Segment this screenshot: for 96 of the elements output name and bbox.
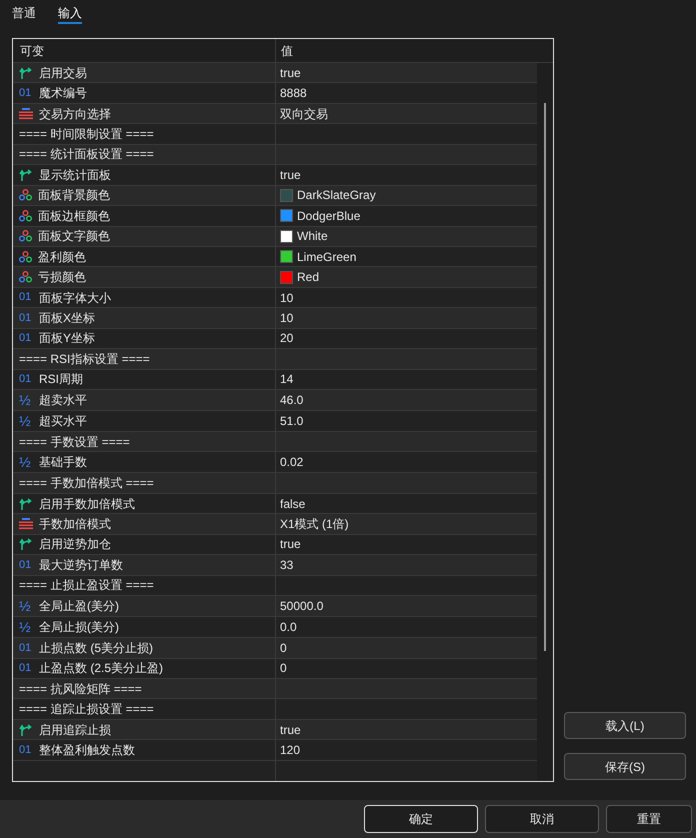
parameter-value[interactable]: 50000.0 (280, 597, 324, 616)
type-icon: 01 (19, 371, 33, 388)
parameter-name: 魔术编号 (39, 85, 87, 102)
branch-arrow-icon (19, 722, 33, 737)
parameter-value[interactable]: 双向交易 (280, 104, 328, 123)
parameter-value[interactable]: 51.0 (280, 412, 304, 430)
type-icon: 01 (19, 84, 33, 102)
parameter-name: 启用逆势加仓 (39, 536, 111, 554)
parameter-name: 全局止盈(美分) (39, 598, 119, 616)
type-icon: 01 (19, 742, 33, 758)
section-header: ==== 止损止盈设置 ==== (19, 577, 154, 594)
parameter-value[interactable]: LimeGreen (297, 248, 356, 266)
branch-arrow-icon (19, 66, 33, 80)
color-circles-icon (19, 230, 32, 242)
column-header[interactable]: 可变 (13, 39, 276, 62)
parameter-name: 启用交易 (39, 64, 87, 82)
color-circles-icon (19, 189, 32, 202)
parameter-value[interactable]: White (297, 227, 328, 246)
parameter-value[interactable]: Red (297, 268, 320, 286)
tab[interactable]: 输入 (58, 3, 82, 24)
parameter-value[interactable]: true (280, 720, 301, 739)
parameter-name: 启用追踪止损 (39, 722, 111, 739)
parameter-name: 面板X坐标 (39, 310, 96, 327)
parameter-name: 面板Y坐标 (39, 330, 96, 348)
dialog-button[interactable]: 取消 (485, 805, 599, 833)
type-icon: 01 (19, 660, 33, 676)
parameter-value[interactable]: 0.0 (280, 618, 297, 636)
type-icon: ½ (19, 452, 33, 473)
section-header: ==== 手数加倍模式 ==== (19, 475, 154, 492)
parameter-name: 止损点数 (5美分止损) (39, 640, 153, 657)
parameter-value[interactable]: true (280, 166, 301, 184)
parameter-value[interactable]: 10 (280, 308, 294, 327)
parameter-name: 交易方向选择 (39, 106, 111, 123)
section-header: ==== RSI指标设置 ==== (19, 350, 150, 368)
scrollbar-thumb[interactable] (544, 103, 546, 651)
parameter-name: 基础手数 (39, 454, 87, 472)
parameter-name: 全局止损(美分) (39, 619, 119, 636)
section-header: ==== 抗风险矩阵 ==== (19, 680, 142, 698)
type-icon: 01 (19, 556, 33, 574)
parameter-value[interactable]: 8888 (280, 84, 307, 102)
parameter-name: RSI周期 (39, 371, 84, 388)
type-icon: ½ (19, 410, 33, 432)
side-button[interactable]: 保存(S) (564, 753, 686, 780)
parameter-value[interactable]: 0 (280, 638, 287, 657)
parameter-name: 止盈点数 (2.5美分止盈) (39, 660, 164, 678)
parameter-name: 超卖水平 (39, 392, 87, 409)
parameter-name: 亏损颜色 (38, 269, 86, 286)
tab[interactable]: 普通 (12, 3, 36, 24)
parameter-value[interactable]: 14 (280, 370, 294, 388)
parameter-name: 超买水平 (39, 413, 87, 430)
parameter-value[interactable]: X1模式 (1倍) (280, 515, 349, 534)
parameter-value[interactable]: 120 (280, 740, 300, 759)
branch-arrow-icon (19, 496, 33, 511)
color-circles-icon (19, 210, 32, 222)
color-circles-icon (19, 250, 32, 263)
parameter-value[interactable]: DarkSlateGray (297, 186, 376, 204)
parameter-name: 面板背景颜色 (38, 187, 110, 204)
column-header[interactable]: 值 (276, 39, 553, 62)
parameter-name: 手数加倍模式 (39, 516, 111, 534)
section-header: ==== 追踪止损设置 ==== (19, 701, 154, 718)
type-icon: ½ (19, 616, 33, 638)
type-icon: 01 (19, 330, 33, 347)
type-icon: ½ (19, 390, 33, 410)
parameter-value[interactable]: 33 (280, 556, 294, 574)
parameter-name: 盈利颜色 (38, 248, 86, 266)
parameter-name: 显示统计面板 (39, 166, 111, 184)
parameter-value[interactable]: 0.02 (280, 453, 304, 472)
parameter-name: 启用手数加倍模式 (39, 496, 135, 513)
parameter-value[interactable]: true (280, 64, 301, 82)
parameter-value[interactable]: DodgerBlue (297, 206, 360, 225)
type-icon: 01 (19, 310, 33, 326)
parameter-name: 面板边框颜色 (38, 208, 110, 225)
parameter-name: 整体盈利触发点数 (39, 742, 135, 759)
parameter-value[interactable]: 10 (280, 288, 294, 307)
parameter-value[interactable]: 0 (280, 659, 287, 678)
section-header: ==== 统计面板设置 ==== (19, 146, 154, 164)
dialog-button[interactable]: 确定 (364, 805, 478, 833)
color-circles-icon (19, 271, 32, 284)
section-header: ==== 手数设置 ==== (19, 434, 130, 451)
type-icon: ½ (19, 596, 33, 617)
side-button[interactable]: 载入(L) (564, 712, 686, 739)
parameter-value[interactable]: true (280, 535, 301, 554)
type-icon: 01 (19, 289, 33, 306)
dialog-button[interactable]: 重置 (606, 805, 692, 833)
parameter-value[interactable]: 20 (280, 329, 294, 348)
parameter-value[interactable]: 46.0 (280, 391, 304, 409)
parameter-name: 面板文字颜色 (38, 228, 110, 246)
parameter-name: 面板字体大小 (39, 290, 111, 307)
branch-arrow-icon (19, 168, 33, 182)
type-icon: 01 (19, 640, 33, 656)
parameter-name: 最大逆势订单数 (39, 556, 123, 574)
parameter-value[interactable]: false (280, 494, 306, 513)
section-header: ==== 时间限制设置 ==== (19, 126, 154, 144)
list-lines-icon (19, 108, 33, 120)
list-lines-icon (19, 518, 33, 530)
branch-arrow-icon (19, 537, 33, 552)
